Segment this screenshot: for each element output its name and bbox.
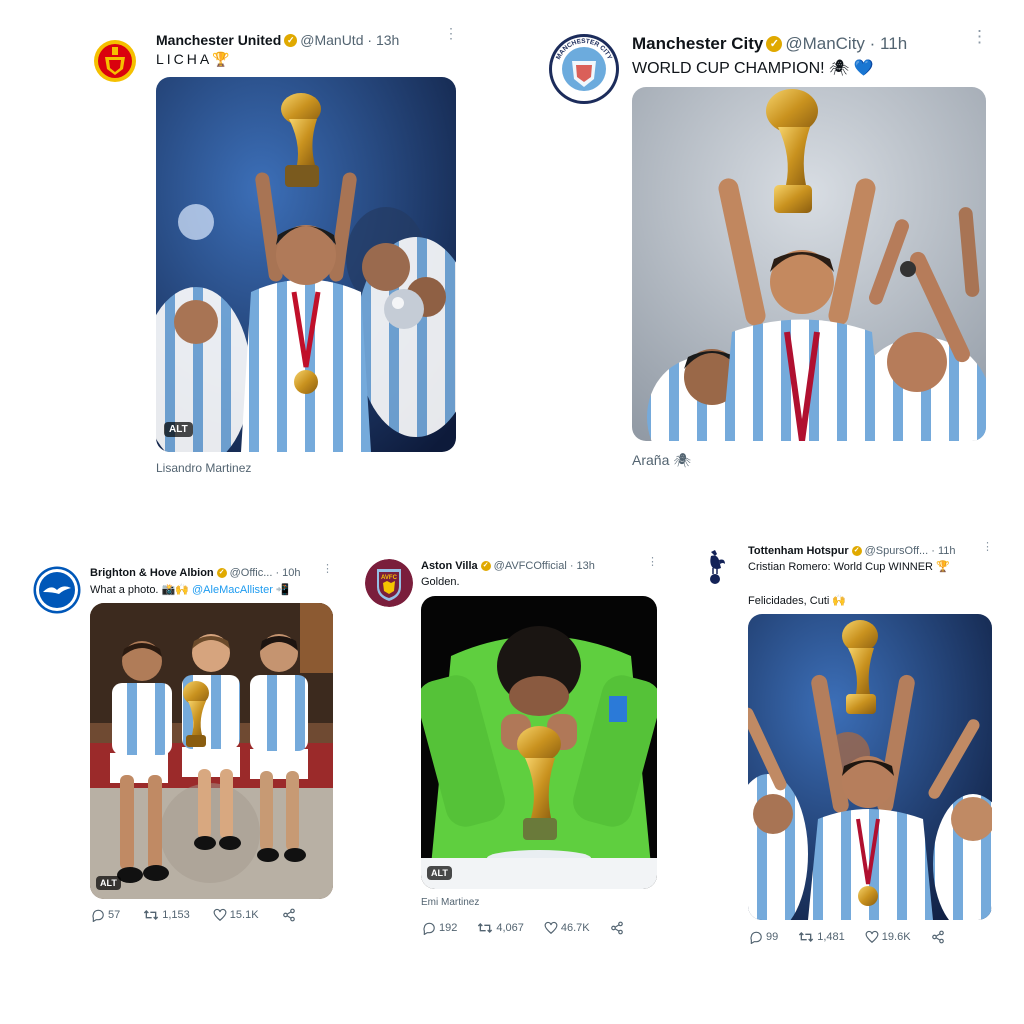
reply-count: 192: [439, 922, 458, 934]
aston-villa-crest-icon[interactable]: AVFC: [365, 559, 413, 607]
tweet-photo[interactable]: ALT: [90, 603, 333, 899]
retweet-icon: [799, 932, 814, 942]
separator-dot: ·: [928, 545, 938, 557]
tweet-text: Cristian Romero: World Cup WINNER 🏆: [748, 561, 950, 573]
separator-dot: ·: [272, 567, 283, 579]
account-handle[interactable]: @ManCity: [785, 34, 865, 54]
tweet-photo[interactable]: ALT: [156, 77, 456, 452]
crest-lettering: AVFC: [381, 575, 398, 581]
verified-badge-icon: [766, 36, 783, 52]
share-button[interactable]: [931, 930, 945, 944]
tweet-text: Golden.: [421, 576, 460, 588]
retweet-icon: [478, 923, 493, 933]
verified-badge-icon: [216, 568, 227, 578]
retweet-icon: [144, 910, 159, 920]
heart-icon: [544, 921, 558, 935]
brighton-seagull-crest-icon[interactable]: [33, 566, 81, 614]
share-icon: [931, 930, 944, 944]
reply-icon: [750, 931, 762, 944]
more-options-icon[interactable]: ⋮: [971, 28, 988, 45]
mention-link[interactable]: @AleMacAllister: [192, 584, 273, 596]
reply-icon: [423, 922, 435, 935]
retweet-button[interactable]: 1,481: [798, 930, 845, 944]
alt-text-badge[interactable]: ALT: [164, 422, 193, 437]
man-utd-crest-icon[interactable]: [91, 37, 139, 85]
account-name[interactable]: Manchester United: [156, 32, 281, 48]
photo-tag-caption[interactable]: Araña 🕷: [632, 452, 691, 469]
retweet-count: 4,067: [496, 922, 524, 934]
tweet-photo[interactable]: [632, 87, 986, 441]
share-icon: [610, 921, 623, 935]
tweet-text-line-2: Felicidades, Cuti 🙌: [748, 595, 847, 607]
tweet-time[interactable]: 13h: [376, 32, 399, 48]
share-button[interactable]: [610, 921, 624, 935]
account-name[interactable]: Manchester City: [632, 34, 763, 54]
like-count: 46.7K: [560, 922, 590, 934]
like-button[interactable]: 15.1K: [213, 908, 259, 922]
reply-icon: [92, 909, 104, 922]
verified-badge-icon: [480, 561, 491, 571]
more-options-icon[interactable]: ⋮: [444, 26, 458, 40]
verified-badge-icon: [284, 33, 298, 47]
like-count: 19.6K: [881, 931, 911, 943]
tweet-text: WORLD CUP CHAMPION! 🕷 💙: [632, 60, 874, 77]
tweet-time[interactable]: 13h: [577, 560, 595, 572]
account-handle[interactable]: @SpursOff...: [865, 545, 929, 557]
tweet-text: LICHA🏆: [156, 51, 233, 67]
account-name[interactable]: Aston Villa: [421, 560, 478, 572]
tweet-actions-bar: 192 4,067 46.7K: [422, 921, 624, 935]
separator-dot: ·: [566, 560, 577, 572]
tweet-actions-bar: 99 1,481 19.6K: [749, 930, 945, 944]
like-button[interactable]: 46.7K: [544, 921, 590, 935]
reply-button[interactable]: 57: [91, 908, 120, 922]
reply-count: 57: [108, 909, 121, 921]
tweet-time[interactable]: 11h: [938, 545, 956, 557]
more-options-icon[interactable]: ⋮: [322, 564, 333, 575]
retweet-button[interactable]: 4,067: [477, 921, 524, 935]
verified-badge-icon: [851, 546, 862, 556]
retweet-count: 1,153: [162, 909, 190, 921]
photo-tag-caption[interactable]: Emi Martinez: [421, 897, 479, 908]
account-handle[interactable]: @ManUtd: [300, 32, 363, 48]
tweet-time[interactable]: 11h: [880, 34, 907, 54]
account-handle[interactable]: @AVFCOfficial: [494, 560, 567, 572]
tweet-text: What a photo. 📸🙌 @AleMacAllister 📲: [90, 583, 290, 596]
more-options-icon[interactable]: ⋮: [982, 542, 993, 553]
heart-icon: [865, 930, 879, 944]
reply-button[interactable]: 192: [422, 921, 457, 935]
tweet-text-body: What a photo. 📸🙌: [90, 584, 189, 596]
tweet-photo[interactable]: [748, 614, 992, 920]
account-name[interactable]: Tottenham Hotspur: [748, 545, 849, 557]
account-handle[interactable]: @Offic...: [230, 567, 273, 579]
retweet-button[interactable]: 1,153: [143, 908, 190, 922]
tweet-actions-bar: 57 1,153 15.1K: [91, 908, 296, 922]
spurs-cockerel-icon[interactable]: [703, 548, 727, 586]
photo-tag-caption[interactable]: Lisandro Martinez: [156, 461, 251, 475]
like-count: 15.1K: [229, 909, 259, 921]
mention-emoji: 📲: [275, 584, 290, 596]
more-options-icon[interactable]: ⋮: [647, 557, 658, 568]
alt-text-badge[interactable]: ALT: [427, 866, 452, 880]
tweet-photo[interactable]: ALT: [421, 596, 657, 889]
share-icon: [282, 908, 295, 922]
separator-dot: ·: [363, 32, 376, 48]
alt-text-badge[interactable]: ALT: [96, 876, 121, 890]
tweet-time[interactable]: 10h: [282, 567, 300, 579]
share-button[interactable]: [282, 908, 296, 922]
retweet-count: 1,481: [817, 931, 845, 943]
like-button[interactable]: 19.6K: [865, 930, 911, 944]
man-city-crest-icon[interactable]: MANCHESTER CITY: [548, 33, 620, 105]
heart-icon: [213, 908, 227, 922]
reply-button[interactable]: 99: [749, 930, 778, 944]
separator-dot: ·: [864, 34, 881, 53]
reply-count: 99: [766, 931, 779, 943]
account-name[interactable]: Brighton & Hove Albion: [90, 567, 214, 579]
